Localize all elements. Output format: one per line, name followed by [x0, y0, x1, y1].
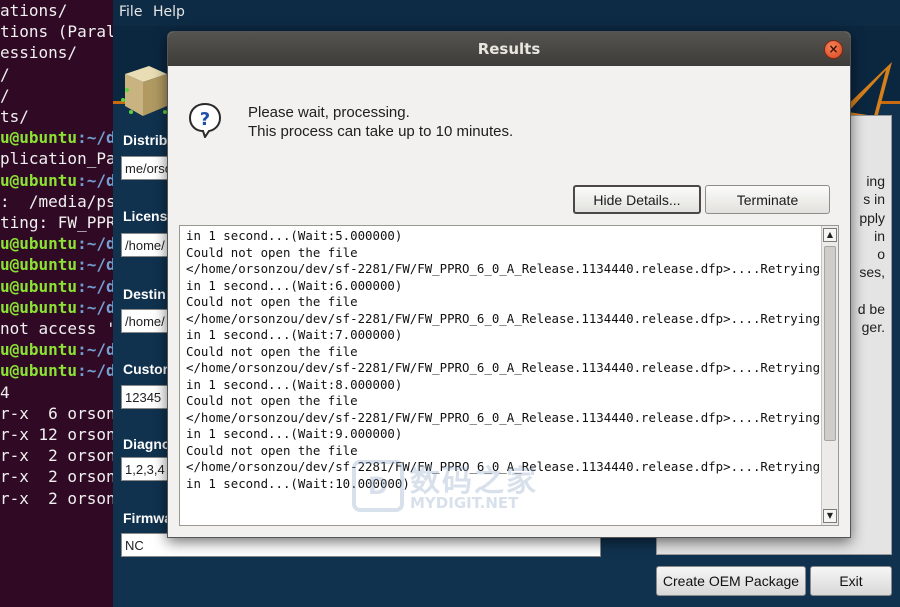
terminal-line: essions/: [0, 43, 78, 63]
log-line: in 1 second...(Wait:9.000000): [186, 426, 403, 441]
terminal-line: /: [0, 64, 10, 84]
log-line: in 1 second...(Wait:7.000000): [186, 327, 403, 342]
terminal-prompt: u@ubuntu: [0, 234, 78, 254]
terminal-prompt: u@ubuntu: [0, 297, 78, 317]
terminal-prompt: u@ubuntu: [0, 128, 78, 148]
terminal-prompt: u@ubuntu: [0, 276, 78, 296]
diagnostics-label: Diagno: [123, 436, 171, 452]
terminal-line: r-x 6 orsonz: [0, 403, 120, 423]
terminal-prompt: u@ubuntu: [0, 255, 78, 275]
create-oem-package-button[interactable]: Create OEM Package: [656, 566, 806, 596]
terminal-prompt: u@ubuntu: [0, 361, 78, 381]
terminal-line: u@ubuntu:~/de: [0, 254, 120, 275]
terminal-line: r-x 2 orsonz: [0, 446, 120, 466]
terminate-button[interactable]: Terminate: [705, 185, 830, 214]
terminal-line: ations/: [0, 1, 68, 20]
terminal-line: not access 'a: [0, 319, 120, 339]
log-line: Could not open the file: [186, 244, 358, 260]
message-line-2: This process can take up to 10 minutes.: [248, 123, 514, 140]
terminal-line: ts/: [0, 107, 29, 127]
terminal-line: u@ubuntu:~/de: [0, 339, 120, 360]
details-scrollbar[interactable]: ▲ ▼: [821, 226, 838, 525]
log-line: in 1 second...(Wait:6.000000): [186, 277, 403, 293]
scroll-down-icon[interactable]: ▼: [823, 509, 837, 523]
log-line: </home/orsonzou/dev/sf-2281/FW/FW_PPRO_6…: [186, 409, 821, 425]
log-line: Could not open the file: [186, 393, 358, 408]
question-icon: ?: [188, 102, 222, 138]
dialog-title: Results: [477, 40, 541, 58]
background-terminal: ations/tions (Paral essions// / ts/u@ubuntu…: [0, 0, 120, 607]
terminal-prompt: u@ubuntu: [0, 170, 78, 190]
terminal-line: r-x 12 orsonz: [0, 425, 120, 445]
dialog-titlebar[interactable]: Results ×: [168, 32, 850, 66]
processing-message: Please wait, processing. This process ca…: [248, 103, 513, 141]
message-line-1: Please wait, processing.: [248, 104, 410, 121]
scroll-thumb[interactable]: [824, 246, 836, 441]
terminal-line: /: [0, 85, 10, 105]
terminal-line: u@ubuntu:~/de: [0, 360, 120, 381]
terminal-line: ting: FW_PPRO: [0, 213, 120, 233]
destination-label: Destin: [123, 286, 166, 302]
firmware-label: Firmwa: [123, 510, 173, 526]
terminal-line: u@ubuntu:~/de: [0, 276, 120, 297]
svg-text:?: ?: [200, 109, 210, 130]
distribution-label: Distrib: [123, 132, 168, 148]
watermark-domain: MYDIGIT.NET: [410, 494, 519, 512]
menu-help[interactable]: Help: [153, 4, 185, 20]
menu-file[interactable]: File: [119, 4, 142, 20]
terminal-line: : /media/ps: [0, 191, 116, 211]
terminal-line: r-x 2 orsonz: [0, 467, 120, 487]
log-line: Could not open the file: [186, 294, 358, 309]
terminal-line: r-x 2 orsonz: [0, 488, 120, 508]
terminal-line: u@ubuntu:~/de: [0, 297, 120, 318]
log-line: in 1 second...(Wait:5.000000): [186, 228, 403, 243]
exit-button[interactable]: Exit: [810, 566, 892, 596]
terminal-line: u@ubuntu:~/de: [0, 233, 120, 254]
package-box-icon: [121, 66, 167, 116]
log-line: in 1 second...(Wait:8.000000): [186, 376, 403, 392]
terminal-line: plication_Pac: [0, 149, 120, 169]
app-menubar: File Help: [113, 0, 900, 26]
terminal-line: u@ubuntu:~/de: [0, 127, 120, 148]
watermark-logo: D: [352, 460, 404, 512]
log-line: </home/orsonzou/dev/sf-2281/FW/FW_PPRO_6…: [186, 360, 821, 375]
close-icon[interactable]: ×: [824, 40, 843, 59]
watermark: D 数码之家 MYDIGIT.NET: [352, 456, 552, 516]
hide-details-button[interactable]: Hide Details...: [573, 185, 701, 214]
terminal-line: 4: [0, 382, 10, 402]
customer-label: Custor: [123, 361, 169, 377]
log-line: </home/orsonzou/dev/sf-2281/FW/FW_PPRO_6…: [186, 261, 821, 276]
log-line: </home/orsonzou/dev/sf-2281/FW/FW_PPRO_6…: [186, 310, 821, 326]
log-line: Could not open the file: [186, 343, 358, 359]
terminal-prompt: u@ubuntu: [0, 340, 78, 360]
terminal-line: tions (Paral: [0, 22, 116, 42]
scroll-up-icon[interactable]: ▲: [823, 228, 837, 242]
terminal-line: u@ubuntu:~/de: [0, 170, 120, 191]
details-log-text: in 1 second...(Wait:5.000000) Could not o…: [186, 228, 820, 492]
